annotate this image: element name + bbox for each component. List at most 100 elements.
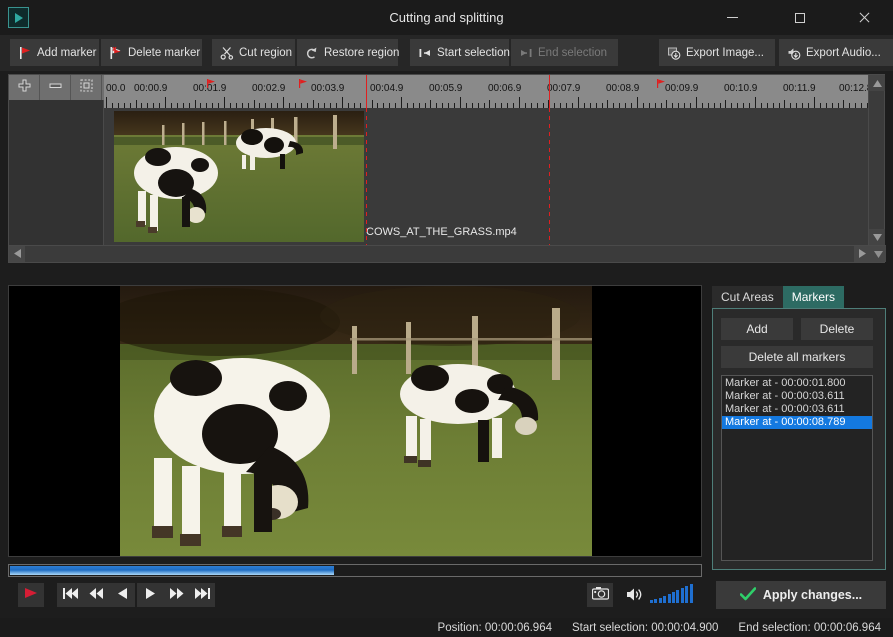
skip-to-end-button[interactable]: [189, 583, 215, 607]
tab-cut-areas-label: Cut Areas: [721, 290, 774, 304]
page-title: Cutting and splitting: [389, 10, 504, 25]
ruler-label-9: 00:08.9: [606, 83, 640, 94]
marker-list-item[interactable]: Marker at - 00:00:03.611: [722, 403, 872, 416]
ruler-ticks: [104, 96, 870, 108]
delete-marker-button[interactable]: Delete marker: [101, 39, 202, 66]
ruler-label-4: 00:03.9: [311, 83, 345, 94]
export-audio-button[interactable]: Export Audio...: [779, 39, 893, 66]
tab-markers-label: Markers: [791, 290, 836, 304]
selection-start-icon: [418, 46, 432, 60]
end-selection-button[interactable]: End selection: [511, 39, 618, 66]
timeline-cursor-line-0[interactable]: [366, 75, 367, 108]
status-position: Position: 00:00:06.964: [437, 621, 552, 634]
timeline-marker-flag-2[interactable]: [657, 75, 666, 88]
timeline-zoom-out-button[interactable]: [40, 75, 71, 100]
ruler-tick: [519, 97, 520, 108]
close-button[interactable]: [841, 0, 887, 35]
record-button-group: [18, 583, 44, 607]
ruler-label-5: 00:04.9: [370, 83, 404, 94]
timeline-panel: 00.0 00:00.9 00:01.9 00:02.9 00:03.9 00:04.9 0…: [8, 74, 886, 263]
marker-list-item[interactable]: Marker at - 00:00:08.789: [722, 416, 872, 429]
apply-changes-button[interactable]: Apply changes...: [716, 581, 886, 609]
seek-bar[interactable]: [8, 564, 702, 577]
scroll-right-button[interactable]: [854, 246, 870, 262]
ruler-tick: [696, 97, 697, 108]
clip-thumbnail[interactable]: [114, 111, 364, 242]
ruler-tick: [342, 97, 343, 108]
export-image-label: Export Image...: [686, 46, 764, 59]
clip-filename: COWS_AT_THE_GRASS.mp4: [366, 226, 517, 238]
ruler-tick: [372, 100, 373, 108]
timeline-horizontal-scrollbar[interactable]: [9, 245, 886, 262]
volume-bar: [663, 596, 667, 603]
camera-icon: [591, 586, 609, 605]
tab-cut-areas[interactable]: Cut Areas: [712, 286, 783, 308]
track-cursor-line-1[interactable]: [549, 108, 550, 245]
delete-all-markers-button[interactable]: Delete all markers: [721, 346, 873, 368]
timeline-zoom-in-button[interactable]: [9, 75, 40, 100]
export-audio-label: Export Audio...: [806, 46, 881, 59]
undo-arrow-icon: [305, 46, 319, 60]
timeline-track-header: [9, 100, 104, 245]
fast-forward-button[interactable]: [163, 583, 189, 607]
flag-delete-icon: [109, 46, 123, 60]
play-button[interactable]: [137, 583, 163, 607]
skip-to-start-button[interactable]: [57, 583, 83, 607]
marker-list-item[interactable]: Marker at - 00:00:01.800: [722, 377, 872, 390]
timeline-marker-flag-0[interactable]: [207, 75, 216, 88]
export-image-button[interactable]: Export Image...: [659, 39, 775, 66]
marker-list[interactable]: Marker at - 00:00:01.800 Marker at - 00:0…: [721, 375, 873, 561]
add-marker-panel-button[interactable]: Add: [721, 318, 793, 340]
ruler-tick: [666, 100, 667, 108]
ruler-label-13: 00:12.8: [839, 83, 870, 94]
side-panel-tabs: Cut Areas Markers: [712, 286, 886, 308]
scroll-up-button[interactable]: [869, 75, 885, 91]
delete-marker-panel-button[interactable]: Delete: [801, 318, 873, 340]
chevron-right-icon: [858, 245, 866, 263]
scroll-left-button[interactable]: [9, 246, 25, 262]
volume-bar: [654, 599, 658, 603]
timeline-cursor-line-1[interactable]: [549, 75, 550, 108]
ruler-tick: [578, 97, 579, 108]
record-button[interactable]: [18, 583, 44, 607]
video-preview[interactable]: [8, 285, 702, 557]
volume-bar: [650, 600, 653, 603]
snapshot-button[interactable]: [587, 583, 613, 607]
timeline-zoom-fit-button[interactable]: [71, 75, 102, 100]
skip-to-start-icon: [62, 586, 78, 604]
scroll-down-button[interactable]: [869, 229, 885, 245]
start-selection-label: Start selection: [437, 46, 510, 59]
rewind-icon: [89, 586, 104, 604]
restore-region-button[interactable]: Restore region: [297, 39, 399, 66]
ruler-tick: [637, 97, 638, 108]
minimize-icon: [726, 17, 738, 18]
rewind-button[interactable]: [83, 583, 109, 607]
ruler-tick: [460, 97, 461, 108]
ruler-tick: [313, 100, 314, 108]
ruler-label-11: 00:10.9: [724, 83, 758, 94]
speaker-icon[interactable]: [626, 587, 643, 602]
timeline-marker-flag-1[interactable]: [299, 75, 308, 88]
minus-icon: [49, 79, 62, 97]
step-back-button[interactable]: [109, 583, 135, 607]
minimize-button[interactable]: [709, 0, 755, 35]
ruler-tick: [224, 97, 225, 108]
add-marker-label: Add marker: [37, 46, 97, 59]
ruler-tick: [607, 100, 608, 108]
record-triangle-red-icon: [24, 586, 38, 604]
volume-meter[interactable]: [650, 583, 694, 607]
add-marker-button[interactable]: Add marker: [10, 39, 99, 66]
marker-list-item[interactable]: Marker at - 00:00:03.611: [722, 390, 872, 403]
timeline-vertical-scrollbar[interactable]: [868, 75, 885, 245]
tab-markers[interactable]: Markers: [782, 286, 845, 308]
fast-forward-icon: [169, 586, 184, 604]
timeline-ruler[interactable]: 00.0 00:00.9 00:01.9 00:02.9 00:03.9 00:04.9 0…: [104, 75, 870, 108]
track-cursor-line-0[interactable]: [366, 108, 367, 245]
timeline-track[interactable]: COWS_AT_THE_GRASS.mp4: [104, 108, 870, 245]
selection-end-icon: [519, 46, 533, 60]
volume-bar: [676, 590, 680, 603]
ruler-tick: [283, 97, 284, 108]
maximize-button[interactable]: [777, 0, 823, 35]
cut-region-button[interactable]: Cut region: [212, 39, 295, 66]
start-selection-button[interactable]: Start selection: [410, 39, 510, 66]
